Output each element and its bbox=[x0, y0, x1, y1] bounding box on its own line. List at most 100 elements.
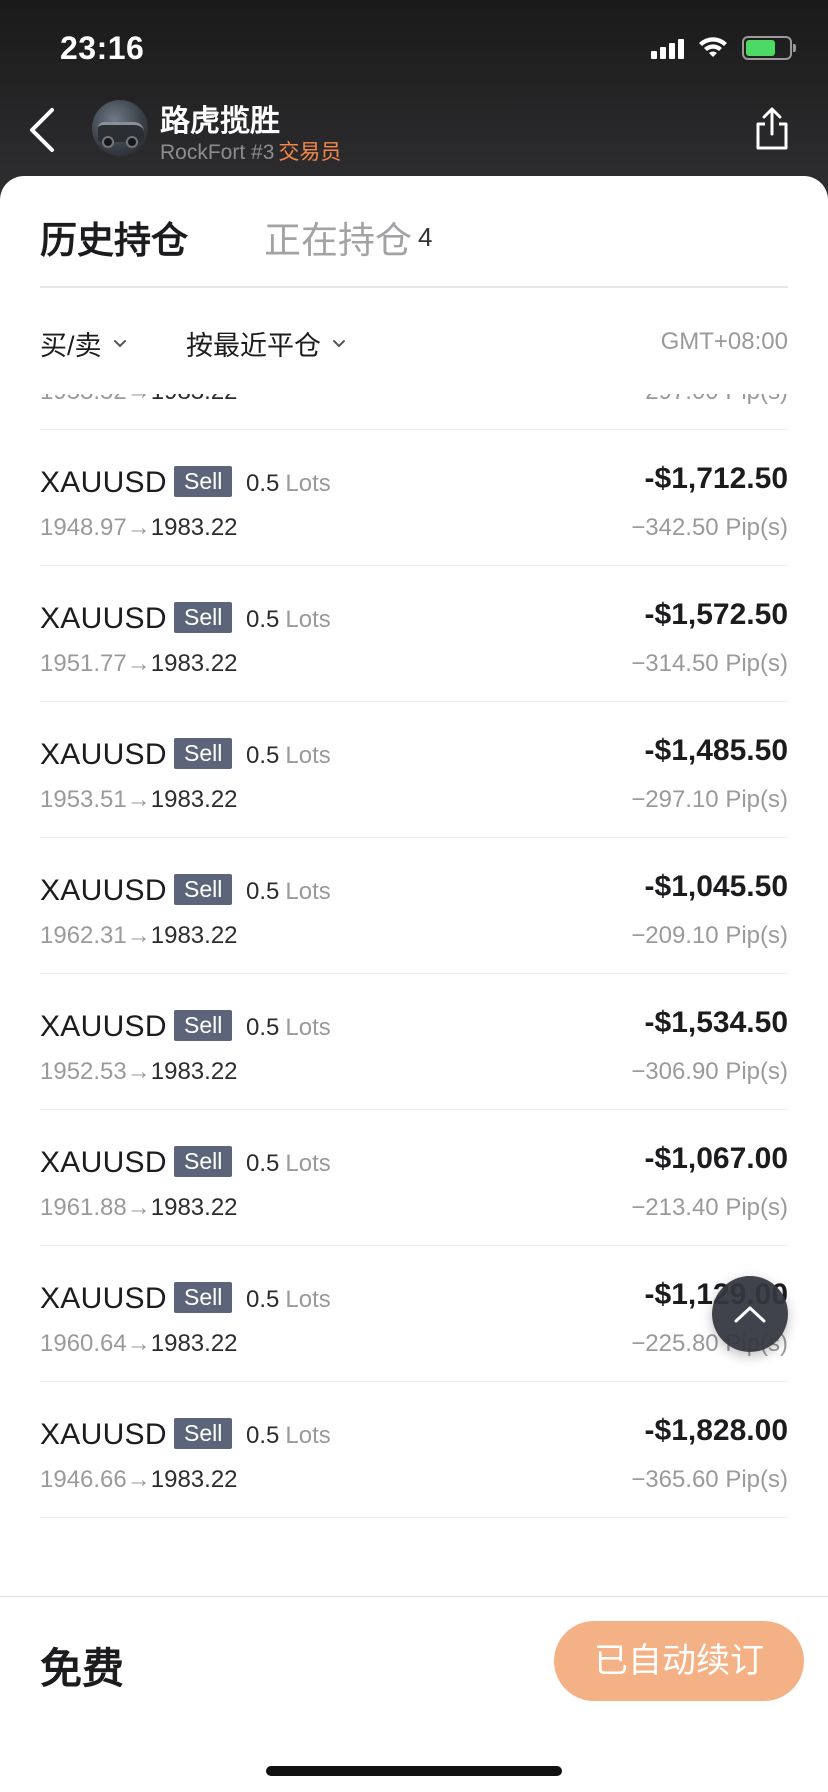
lots-unit: Lots bbox=[285, 470, 331, 497]
symbol: XAUUSD bbox=[40, 1418, 167, 1451]
side-filter-dropdown[interactable]: 买/卖 bbox=[40, 324, 128, 363]
position-row[interactable]: XAUUSD Sell 0.5 Lots 1946.66→1983.22 -$1,828.… bbox=[40, 1382, 788, 1518]
arrow-right-icon: → bbox=[127, 394, 151, 405]
arrow-right-icon: → bbox=[126, 1194, 151, 1221]
filter-bar: 买/卖 按最近平仓 GMT+08:00 bbox=[40, 324, 788, 364]
lots-unit: Lots bbox=[285, 606, 331, 633]
back-button[interactable] bbox=[22, 104, 62, 156]
arrow-right-icon: → bbox=[126, 1466, 151, 1493]
side-badge: Sell bbox=[174, 1418, 233, 1449]
price-range: 1961.88→1983.22 bbox=[40, 1194, 238, 1222]
position-row[interactable] bbox=[40, 1518, 788, 1580]
cellular-signal-icon bbox=[651, 37, 684, 59]
positions-list[interactable]: XAUUSDSell0.5Lots1953.52→1983.22−297.00 … bbox=[0, 394, 828, 1580]
close-price: 1983.22 bbox=[150, 922, 238, 949]
position-row[interactable]: XAUUSDSell0.5Lots1960.64→1983.22-$1,129.… bbox=[40, 1246, 788, 1382]
close-price: 1983.22 bbox=[150, 514, 238, 541]
arrow-right-icon: → bbox=[126, 514, 151, 541]
status-time: 23:16 bbox=[60, 30, 145, 66]
pips-value: −213.40 Pip(s) bbox=[631, 1194, 788, 1221]
lots-unit: Lots bbox=[285, 1014, 331, 1041]
lots-value: 0.5 bbox=[246, 1014, 280, 1041]
price-range: 1946.66→1983.22 bbox=[40, 1466, 238, 1494]
side-badge: Sell bbox=[174, 874, 233, 905]
wifi-icon bbox=[699, 37, 727, 57]
scroll-to-top-button[interactable] bbox=[712, 1276, 788, 1352]
lots-unit: Lots bbox=[285, 878, 331, 905]
close-price: 1983.22 bbox=[150, 650, 238, 677]
battery-icon bbox=[742, 36, 796, 60]
lots-unit: Lots bbox=[285, 1286, 331, 1313]
side-filter-label: 买/卖 bbox=[40, 331, 102, 361]
chevron-down-icon bbox=[113, 339, 126, 347]
account-label: RockFort #3 bbox=[160, 141, 275, 164]
pips-value: −297.00 Pip(s) bbox=[631, 394, 788, 406]
position-row[interactable]: XAUUSD Sell 0.5 Lots 1952.53→1983.22 -$1,534.… bbox=[40, 974, 788, 1110]
home-indicator[interactable] bbox=[266, 1766, 562, 1776]
position-row[interactable]: XAUUSD Sell 0.5 Lots 1962.31→1983.22 -$1,045.… bbox=[40, 838, 788, 974]
lots-value: 0.5 bbox=[246, 878, 280, 905]
price-range: 1960.64→1983.22 bbox=[40, 1330, 238, 1358]
positions-list-content: XAUUSDSell0.5Lots1953.52→1983.22−297.00 … bbox=[0, 394, 828, 1580]
sort-label: 按最近平仓 bbox=[186, 331, 321, 361]
close-price: 1983.22 bbox=[150, 1466, 238, 1493]
symbol: XAUUSD bbox=[40, 1146, 167, 1179]
pips-value: −209.10 Pip(s) bbox=[631, 922, 788, 949]
pips-value: −297.10 Pip(s) bbox=[631, 786, 788, 813]
lots-value: 0.5 bbox=[246, 470, 280, 497]
sort-dropdown[interactable]: 按最近平仓 bbox=[186, 324, 347, 363]
tab-history[interactable]: 历史持仓 bbox=[40, 210, 188, 264]
open-price: 1948.97 bbox=[40, 514, 127, 541]
close-price: 1983.22 bbox=[150, 786, 238, 813]
lots-value: 0.5 bbox=[246, 742, 280, 769]
price-label: 免费 bbox=[40, 1645, 125, 1692]
position-row[interactable]: XAUUSD Sell 0.5 Lots 1948.97→1983.22 -$1,712.… bbox=[40, 430, 788, 566]
open-price: 1962.31 bbox=[40, 922, 127, 949]
tab-open-positions[interactable]: 正在持仓 bbox=[264, 210, 412, 264]
close-price: 1983.22 bbox=[150, 1330, 238, 1357]
profit-amount: -$1,572.50 bbox=[644, 598, 788, 631]
lots: 0.5 Lots bbox=[246, 1286, 331, 1314]
status-icons bbox=[651, 36, 796, 60]
price-range: 1953.52→1983.22 bbox=[40, 394, 238, 406]
auto-renew-button[interactable]: 已自动续订 bbox=[554, 1621, 804, 1701]
pips-value: −314.50 Pip(s) bbox=[631, 650, 788, 677]
side-badge: Sell bbox=[174, 602, 233, 633]
arrow-right-icon: → bbox=[126, 650, 151, 677]
open-price: 1960.64 bbox=[40, 1330, 127, 1357]
profit-amount: -$1,534.50 bbox=[644, 1006, 788, 1039]
lots: 0.5 Lots bbox=[246, 878, 331, 906]
arrow-right-icon: → bbox=[126, 1330, 151, 1357]
arrow-right-icon: → bbox=[126, 786, 151, 813]
profile-name: 路虎揽胜 bbox=[160, 105, 280, 138]
arrow-right-icon: → bbox=[126, 1058, 151, 1085]
side-badge: Sell bbox=[174, 466, 233, 497]
avatar[interactable] bbox=[92, 100, 148, 156]
lots-value: 0.5 bbox=[246, 1286, 280, 1313]
arrow-right-icon: → bbox=[126, 922, 151, 949]
profit-amount: -$1,067.00 bbox=[644, 1142, 788, 1175]
open-price: 1961.88 bbox=[40, 1194, 127, 1221]
profit-amount: -$1,828.00 bbox=[644, 1414, 788, 1447]
symbol: XAUUSD bbox=[40, 602, 167, 635]
lots: 0.5 Lots bbox=[246, 1150, 331, 1178]
position-row[interactable]: XAUUSDSell0.5Lots1953.52→1983.22−297.00 … bbox=[40, 394, 788, 430]
open-positions-count: 4 bbox=[418, 222, 433, 252]
lots: 0.5 Lots bbox=[246, 1014, 331, 1042]
share-button[interactable] bbox=[752, 106, 792, 152]
symbol: XAUUSD bbox=[40, 1010, 167, 1043]
position-row[interactable]: XAUUSD Sell 0.5 Lots 1953.51→1983.22 -$1,485.… bbox=[40, 702, 788, 838]
position-row[interactable]: XAUUSD Sell 0.5 Lots 1961.88→1983.22 -$1,067.… bbox=[40, 1110, 788, 1246]
symbol: XAUUSD bbox=[40, 738, 167, 771]
lots bbox=[246, 1558, 252, 1580]
lots-unit: Lots bbox=[285, 742, 331, 769]
symbol: XAUUSD bbox=[40, 1282, 167, 1315]
lots-unit: Lots bbox=[285, 1150, 331, 1177]
position-row[interactable]: XAUUSD Sell 0.5 Lots 1951.77→1983.22 -$1,572.… bbox=[40, 566, 788, 702]
symbol: XAUUSD bbox=[40, 874, 167, 907]
price-range: 1953.51→1983.22 bbox=[40, 786, 238, 814]
chevron-up-icon bbox=[734, 1306, 766, 1323]
profit-amount: -$1,045.50 bbox=[644, 870, 788, 903]
lots: 0.5 Lots bbox=[246, 606, 331, 634]
price-range: 1951.77→1983.22 bbox=[40, 650, 238, 678]
